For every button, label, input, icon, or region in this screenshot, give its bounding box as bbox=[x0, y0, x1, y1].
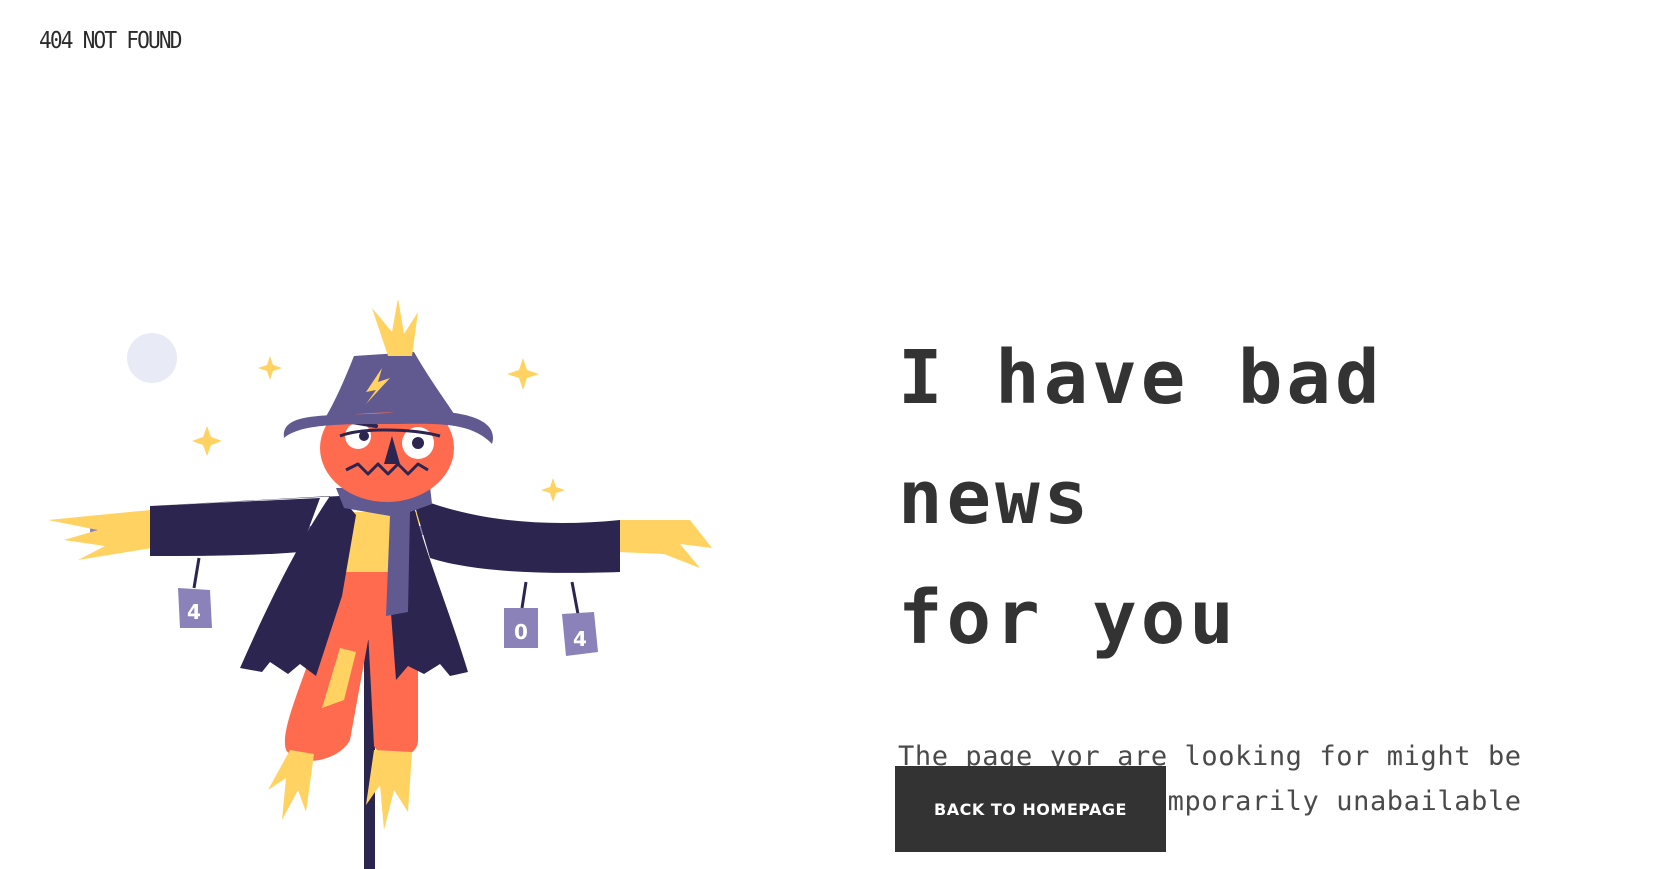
logo[interactable]: 404 NOT FOUND bbox=[39, 28, 183, 54]
right-hand-straw bbox=[618, 520, 712, 568]
foot-straw bbox=[268, 750, 412, 830]
scarecrow-illustration: 4 0 4 bbox=[48, 300, 712, 869]
right-sleeve bbox=[412, 496, 620, 573]
can-label-0: 0 bbox=[514, 620, 528, 644]
page-title-line-1: I have bad news bbox=[898, 335, 1384, 541]
back-to-homepage-button[interactable]: BACK TO HOMEPAGE bbox=[895, 766, 1166, 852]
can-label-4: 4 bbox=[187, 600, 201, 624]
can-label-4b: 4 bbox=[573, 627, 587, 651]
left-hand-straw bbox=[48, 510, 152, 560]
page-title-line-2: for you bbox=[898, 575, 1238, 661]
left-sleeve bbox=[150, 498, 320, 556]
moon-icon bbox=[127, 333, 177, 383]
message-section: I have bad news for you The page yor are… bbox=[898, 318, 1618, 824]
hat-crown bbox=[324, 352, 458, 420]
page-title: I have bad news for you bbox=[898, 318, 1618, 678]
